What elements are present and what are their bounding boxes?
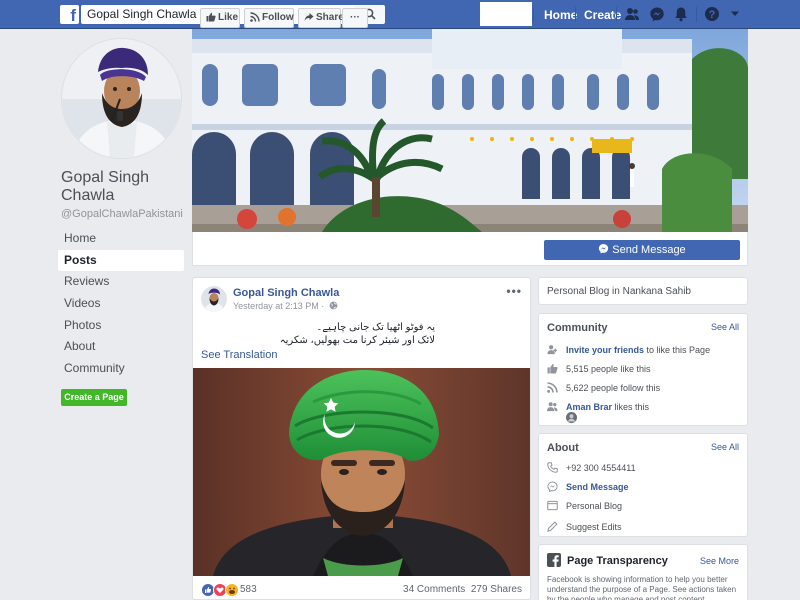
facebook-logo-icon[interactable]: f xyxy=(60,5,79,24)
sidebar-item-about[interactable]: About xyxy=(58,336,184,358)
page-transparency-title: Page Transparency xyxy=(567,555,668,567)
nav-divider xyxy=(616,7,617,22)
page-username: @GopalChawlaPakistani xyxy=(61,208,183,220)
about-send-message-link[interactable]: Send Message xyxy=(566,482,629,492)
likes-count: 5,515 people like this xyxy=(566,364,651,374)
like-label: Like xyxy=(218,12,239,23)
post-author-avatar[interactable] xyxy=(201,286,227,312)
follow-page-button[interactable]: Follow xyxy=(244,8,294,28)
sidebar-item-videos[interactable]: Videos xyxy=(58,293,184,315)
friend-avatar[interactable] xyxy=(566,412,577,423)
page-sidebar-nav: Home Posts Reviews Videos Photos About C… xyxy=(58,228,184,380)
friends-icon xyxy=(547,402,558,412)
share-arrow-icon xyxy=(304,13,314,21)
nav-divider xyxy=(575,7,576,22)
cover-photo-image xyxy=(192,29,748,232)
page-category-text: Personal Blog in Nankana Sahib xyxy=(547,286,691,297)
send-message-label: Send Message xyxy=(612,244,686,256)
pencil-edit-icon xyxy=(547,521,558,532)
see-translation-link[interactable]: See Translation xyxy=(201,349,277,361)
messenger-icon xyxy=(599,244,609,254)
community-card: Community See All Invite your friends to… xyxy=(538,313,748,426)
sidebar-item-posts[interactable]: Posts xyxy=(58,249,184,272)
invite-friends-link[interactable]: Invite your friends xyxy=(566,345,644,355)
community-see-all-link[interactable]: See All xyxy=(711,322,739,332)
post-text-line: لائک اور شیئر کرنا مت بھولیں، شکریہ xyxy=(279,335,435,346)
invite-friends-text: to like this Page xyxy=(644,345,711,355)
sidebar-item-photos[interactable]: Photos xyxy=(58,315,184,337)
help-icon[interactable]: ? xyxy=(704,6,720,22)
nav-divider xyxy=(696,7,697,22)
create-page-button[interactable]: Create a Page xyxy=(61,389,127,406)
post-options-button[interactable]: ••• xyxy=(506,284,522,298)
like-page-button[interactable]: Like xyxy=(200,8,240,28)
transparency-see-more-link[interactable]: See More xyxy=(700,556,739,566)
svg-text:?: ? xyxy=(709,9,716,21)
cover-photo[interactable] xyxy=(192,29,748,232)
public-globe-icon xyxy=(329,301,338,310)
about-see-all-link[interactable]: See All xyxy=(711,442,739,452)
sidebar-item-reviews[interactable]: Reviews xyxy=(58,271,184,293)
suggest-edits-link[interactable]: Suggest Edits xyxy=(566,520,622,534)
friend-likes-text: likes this xyxy=(612,402,650,412)
page-category-card: Personal Blog in Nankana Sahib xyxy=(538,277,748,305)
notifications-bell-icon[interactable] xyxy=(673,6,689,22)
community-title: Community xyxy=(547,322,608,334)
share-page-button[interactable]: Share xyxy=(298,8,344,28)
post-timestamp[interactable]: Yesterday at 2:13 PM · xyxy=(233,301,338,311)
invite-friends-icon xyxy=(547,345,558,355)
blog-category-icon xyxy=(547,500,558,511)
home-link[interactable]: Home xyxy=(544,8,577,22)
page-title: Gopal Singh Chawla xyxy=(61,169,150,204)
post-time-text: Yesterday at 2:13 PM · xyxy=(233,301,325,311)
shares-count-link[interactable]: 279 Shares xyxy=(471,584,522,595)
messenger-icon[interactable] xyxy=(649,6,665,22)
thumbs-up-icon xyxy=(206,12,216,22)
page-transparency-text: Facebook is showing information to help … xyxy=(547,575,737,600)
page-transparency-card: Page Transparency See More Facebook is s… xyxy=(538,544,748,600)
send-message-button[interactable]: Send Message xyxy=(544,240,740,260)
engagement-summary: 34 Comments 279 Shares xyxy=(403,584,522,595)
facebook-page-icon xyxy=(547,553,561,567)
reaction-icons[interactable] xyxy=(201,583,241,597)
post-photo[interactable] xyxy=(193,368,530,576)
profile-picture[interactable] xyxy=(61,38,182,159)
comments-count-link[interactable]: 34 Comments xyxy=(403,584,465,595)
friend-requests-icon[interactable] xyxy=(624,6,640,22)
share-label: Share xyxy=(316,12,344,23)
rss-follow-icon xyxy=(250,12,260,22)
post-text-line: یہ فوٹو اٹھیا تک جانی چاہیے۔ xyxy=(316,322,435,333)
follows-count: 5,622 people follow this xyxy=(566,383,661,393)
reaction-count[interactable]: 583 xyxy=(240,584,257,595)
more-actions-button[interactable]: ··· xyxy=(342,8,368,28)
profile-photo-image xyxy=(62,39,181,158)
about-title: About xyxy=(547,442,579,454)
thumbs-up-icon xyxy=(547,363,558,374)
post-author-name[interactable]: Gopal Singh Chawla xyxy=(233,287,339,299)
nav-divider xyxy=(533,7,534,22)
category-link[interactable]: Personal Blog xyxy=(566,499,622,513)
phone-icon xyxy=(547,462,558,473)
sidebar-item-community[interactable]: Community xyxy=(58,358,184,380)
follow-label: Follow xyxy=(262,12,294,23)
top-navigation-bar: f Home Create ? xyxy=(0,0,800,29)
friend-name-link[interactable]: Aman Brar xyxy=(566,402,612,412)
phone-number[interactable]: +92 300 4554411 xyxy=(566,461,636,475)
more-dots-icon: ··· xyxy=(350,12,360,23)
reactions-icon xyxy=(201,583,239,597)
sidebar-item-home[interactable]: Home xyxy=(58,228,184,250)
about-card: About See All +92 300 4554411 Send Messa… xyxy=(538,433,748,537)
profile-shortcut[interactable] xyxy=(480,2,532,26)
messenger-icon xyxy=(547,481,558,492)
post-card: Gopal Singh Chawla Yesterday at 2:13 PM … xyxy=(192,277,531,600)
rss-follow-icon xyxy=(547,382,558,393)
post-text: یہ فوٹو اٹھیا تک جانی چاہیے۔ لائک اور شی… xyxy=(215,321,435,347)
account-menu-chevron-down-icon[interactable] xyxy=(730,10,740,18)
post-photo-image xyxy=(193,368,530,576)
